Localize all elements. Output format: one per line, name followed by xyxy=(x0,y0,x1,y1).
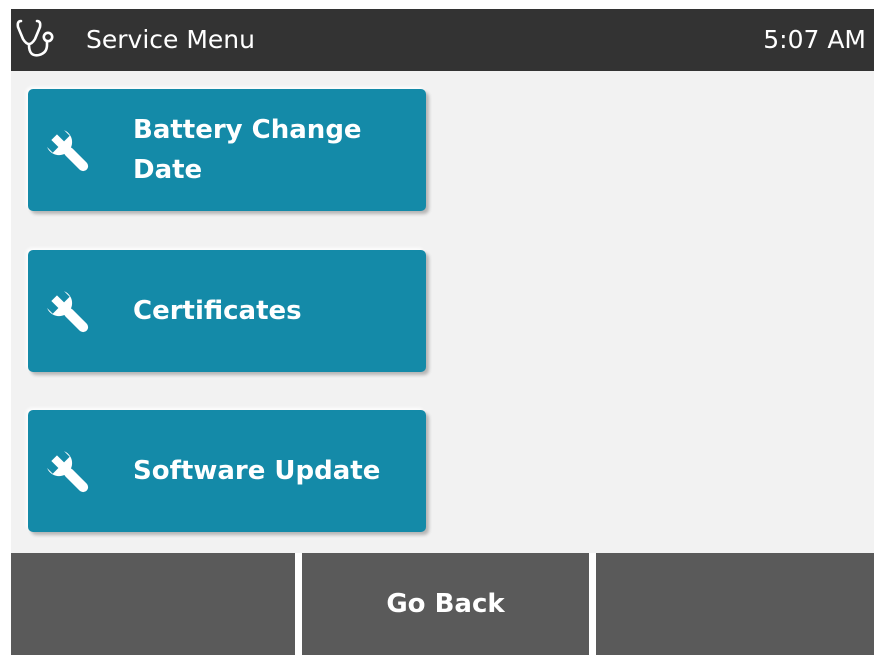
battery-change-date-button[interactable]: Battery Change Date xyxy=(28,89,426,211)
wrench-icon xyxy=(42,446,96,500)
stethoscope-icon xyxy=(15,17,61,61)
wrench-icon xyxy=(42,286,96,340)
page-title: Service Menu xyxy=(86,25,255,54)
go-back-button[interactable]: Go Back xyxy=(302,553,589,655)
softkey-right[interactable] xyxy=(596,553,874,655)
wrench-icon xyxy=(42,125,96,179)
menu-item-label: Software Update xyxy=(133,456,381,486)
title-bar: Service Menu 5:07 AM xyxy=(11,9,874,71)
softkey-left[interactable] xyxy=(11,553,295,655)
menu-item-label: Certificates xyxy=(133,296,302,326)
software-update-button[interactable]: Software Update xyxy=(28,410,426,532)
clock-time: 5:07 AM xyxy=(763,25,866,54)
certificates-button[interactable]: Certificates xyxy=(28,250,426,372)
menu-item-label: Battery Change Date xyxy=(133,115,362,185)
softkey-bar: Go Back xyxy=(11,553,874,655)
device-screen: Service Menu 5:07 AM Battery Change Date… xyxy=(11,9,874,655)
